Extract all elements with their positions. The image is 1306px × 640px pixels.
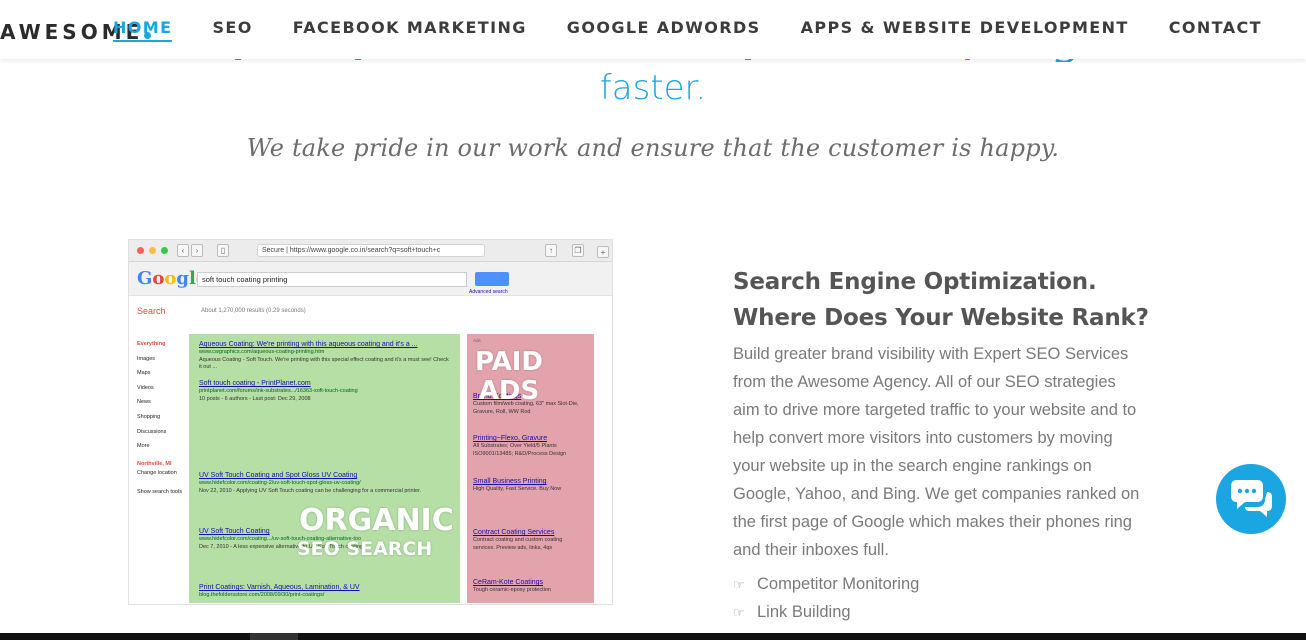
- hero-tagline: We take pride in our work and ensure tha…: [246, 134, 1060, 162]
- browser-toolbar: ‹ › ▯ Secure | https://www.google.co.in/…: [129, 240, 612, 262]
- feature-item: ☞ Competitor Monitoring: [733, 572, 1153, 596]
- forward-icon: ›: [191, 244, 203, 257]
- seo-screenshot-image: ‹ › ▯ Secure | https://www.google.co.in/…: [128, 239, 613, 605]
- tabs-icon: ❐: [572, 244, 584, 257]
- chat-widget-button[interactable]: [1216, 464, 1286, 534]
- seo-search-overlay-label: SEO SEARCH: [297, 538, 433, 560]
- sidebar-item: Videos: [137, 384, 154, 391]
- google-search-button: [475, 272, 509, 286]
- sidebar-search-tools: Show search tools: [137, 488, 182, 495]
- ad-snippet: Tough ceramic-epoxy protection: [473, 587, 551, 593]
- feature-label: Competitor Monitoring: [757, 575, 920, 593]
- result-url: printplanet.com/forums/ink-substrates...…: [199, 388, 358, 394]
- back-icon: ‹: [177, 244, 189, 257]
- google-search-box: soft touch coating printing: [197, 272, 467, 287]
- main-nav: HOME SEO FACEBOOK MARKETING GOOGLE ADWOR…: [73, 18, 1262, 42]
- advanced-search-link: Advanced search: [469, 289, 508, 295]
- paid-result: Contract Coating Services Contract coati…: [473, 528, 585, 552]
- feature-item: ☞ Link Building: [733, 600, 1153, 624]
- footer-tab: [250, 633, 298, 640]
- sidebar-item: Maps: [137, 370, 151, 377]
- ad-snippet: Contract coating and custom coating serv…: [473, 537, 563, 551]
- search-label: Search: [137, 306, 166, 316]
- organic-result: Soft touch coating - PrintPlanet.com pri…: [199, 379, 358, 403]
- browser-url: Secure | https://www.google.co.in/search…: [257, 244, 485, 257]
- nav-apps-website-development[interactable]: APPS & WEBSITE DEVELOPMENT: [801, 18, 1129, 42]
- result-title: Soft touch coating - PrintPlanet.com: [199, 380, 311, 387]
- nav-facebook-marketing[interactable]: FACEBOOK MARKETING: [293, 18, 527, 42]
- sidebar-item: Shopping: [137, 413, 161, 420]
- sidebar-icon: ▯: [217, 244, 229, 257]
- result-url: www.cwgraphics.com/aqueous-coating-print…: [199, 349, 325, 355]
- organic-results-highlight: Aqueous Coating: We're printing with thi…: [189, 334, 460, 603]
- organic-result: Aqueous Coating: We're printing with thi…: [199, 340, 449, 372]
- sidebar-item: News: [137, 399, 151, 406]
- feature-label: Link Building: [757, 603, 851, 621]
- sidebar-item: More: [137, 443, 150, 450]
- result-url: blog.thefoldersstore.com/2008/09/30/prin…: [199, 592, 325, 598]
- section-title: Search Engine Optimization. Where Does Y…: [733, 269, 1149, 331]
- new-tab-icon: +: [597, 246, 609, 258]
- hand-pointing-icon: ☞: [733, 577, 745, 592]
- nav-seo[interactable]: SEO: [212, 18, 252, 42]
- sidebar-item: Images: [137, 355, 156, 362]
- minimize-dot-icon: [149, 247, 156, 254]
- organic-overlay-label: ORGANIC: [299, 503, 454, 538]
- google-search-header: Google soft touch coating printing Advan…: [129, 262, 612, 296]
- share-icon: ↑: [545, 244, 557, 257]
- result-url: www.hidefcolor.com/coating-2/uv-soft-tou…: [199, 480, 361, 486]
- organic-result: Print Coatings: Varnish, Aqueous, Lamina…: [199, 583, 360, 600]
- maximize-dot-icon: [161, 247, 168, 254]
- ads-label: Ads: [473, 338, 481, 343]
- sidebar-location: Northville, MI: [137, 460, 172, 467]
- nav-home[interactable]: HOME: [113, 18, 173, 42]
- hero-headline: faster.: [599, 68, 707, 108]
- section-body: Build greater brand visibility with Expe…: [733, 345, 1140, 559]
- ad-title: Printing~Flexo, Gravure: [473, 435, 548, 442]
- ad-title: CeRam-Kote Coatings: [473, 579, 544, 586]
- chat-bubbles-icon: [1231, 480, 1272, 517]
- result-title: UV Soft Touch Coating and Spot Gloss UV …: [199, 472, 358, 479]
- result-snippet: Aqueous Coating - Soft Touch. We're prin…: [199, 356, 449, 371]
- result-title: Print Coatings: Varnish, Aqueous, Lamina…: [199, 584, 360, 591]
- hand-pointing-icon: ☞: [733, 605, 745, 620]
- result-title: Aqueous Coating: We're printing with thi…: [199, 341, 418, 348]
- sidebar-change-location: Change location: [137, 469, 177, 476]
- sidebar-item: Discussions: [137, 428, 167, 435]
- footer-strip: [0, 633, 1306, 640]
- organic-result: UV Soft Touch Coating and Spot Gloss UV …: [199, 471, 449, 495]
- paid-ads-highlight: Ads Brand Coatings Custom film/web coati…: [467, 334, 594, 603]
- paid-ads-overlay-label: PAID ADS: [474, 347, 544, 406]
- result-snippet: Nov 22, 2010 - Applying UV Soft Touch co…: [199, 487, 422, 494]
- paid-result: Small Business Printing High Quality, Fa…: [473, 477, 585, 494]
- ad-snippet: All Substrates; Over Yield/5 Plants ISO9…: [473, 443, 567, 457]
- ad-title: Small Business Printing: [473, 478, 547, 485]
- result-stats: About 1,270,000 results (0.29 seconds): [201, 308, 306, 314]
- nav-contact[interactable]: CONTACT: [1169, 18, 1262, 42]
- nav-google-adwords[interactable]: GOOGLE ADWORDS: [567, 18, 761, 42]
- site-header: AWESOME HOME SEO FACEBOOK MARKETING GOOG…: [0, 0, 1306, 59]
- result-snippet: 10 posts - 6 authors - Last post: Dec 29…: [199, 395, 311, 402]
- ad-snippet: High Quality, Fast Service. Buy Now: [473, 486, 562, 492]
- paid-result: Printing~Flexo, Gravure All Substrates; …: [473, 434, 585, 458]
- paid-result: CeRam-Kote Coatings Tough ceramic-epoxy …: [473, 578, 551, 595]
- sidebar-item: Everything: [137, 341, 166, 347]
- ad-title: Contract Coating Services: [473, 529, 555, 536]
- close-dot-icon: [137, 247, 144, 254]
- google-sidebar: Everything Images Maps Videos News Shopp…: [137, 337, 182, 497]
